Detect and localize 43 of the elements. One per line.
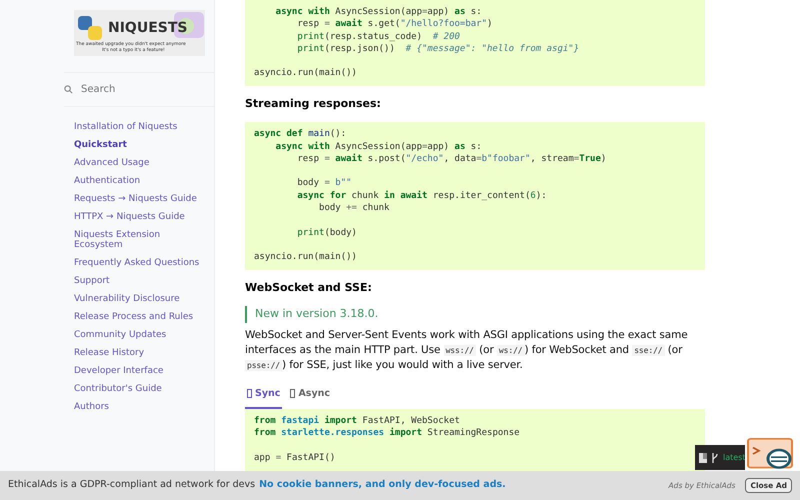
sidebar-link[interactable]: Contributor's Guide [74, 384, 209, 394]
sidebar-link[interactable]: HTTPX → Niquests Guide [74, 212, 209, 222]
code-line: asyncio.run(main()) [254, 67, 358, 80]
code-line: body += chunk [318, 202, 390, 214]
paragraph: WebSocket and Server-Sent Events work with ASGI applications using the exact same interfaces as the main HTTP part. Use wss:// (or ws:// ) for WebSocket and sse:// (or psse:// ) for SSE, just like you would with a live server. [245, 328, 689, 373]
code-tab[interactable]: Async [288, 384, 332, 409]
code-line: async with AsyncSession(app=app) as s: [274, 6, 483, 18]
sidebar-link[interactable]: Developer Interface [74, 366, 209, 376]
code-line: print(resp.json()) # {"message": "hello from asgi"} [296, 42, 580, 56]
version-note: New in version 3.18.0. [245, 306, 705, 323]
code-line: resp = await s.get("/hello?foo=bar") [296, 18, 494, 31]
sidebar-link[interactable]: Quickstart [74, 140, 209, 150]
logo-title: NIQUESTS [108, 20, 188, 36]
code-line: async def main(): [254, 128, 348, 141]
sidebar-link[interactable]: Support [74, 276, 209, 286]
sidebar-link[interactable]: Authentication [74, 176, 209, 186]
search-field[interactable]: Search [79, 81, 199, 98]
sidebar-link[interactable]: Frequently Asked Questions [74, 258, 209, 268]
sidebar-link[interactable]: Advanced Usage [74, 158, 209, 168]
sidebar-link[interactable]: Release Process and Rules [74, 312, 209, 322]
code-line: app = FastAPI() [254, 452, 336, 464]
version-flyout[interactable]: latest [695, 445, 745, 470]
ad-text: EthicalAds is a GDPR-compliant ad network for devs [8, 478, 256, 492]
code-line: print(resp.status_code) # 200 [296, 30, 461, 43]
code-line: async for chunk in await resp.iter_content(6): [296, 190, 548, 202]
section-heading: Streaming responses: [245, 96, 382, 112]
sidebar-link[interactable]: Niquests Extension Ecosystem [74, 230, 209, 250]
code-line: from starlette.responses import StreamingResponse [254, 427, 521, 440]
sidebar-link[interactable]: Vulnerability Disclosure [74, 294, 209, 304]
sidebar-link[interactable]: Requests → Niquests Guide [74, 194, 209, 204]
sidebar-link[interactable]: Authors [74, 402, 209, 412]
code-line: print(body) [296, 226, 358, 239]
code-line: async with AsyncSession(app=app) as s: [274, 140, 483, 153]
version-label: latest [723, 452, 745, 464]
sidebar-link[interactable]: Community Updates [74, 330, 209, 340]
code-line: from fastapi import FastAPI, WebSocket [254, 414, 461, 428]
code-line: resp = await s.post("/echo", data=b"foobar", stream=True) [296, 152, 608, 166]
sidebar-link[interactable]: Release History [74, 348, 209, 358]
section-heading: WebSocket and SSE: [245, 280, 373, 296]
sidebar-link[interactable]: Installation of Niquests [74, 122, 209, 132]
code-line: body = b"" [296, 177, 353, 190]
code-line: asyncio.run(main()) [254, 251, 358, 264]
ad-link[interactable]: No cookie banners, and only dev-focused ads. [259, 478, 506, 493]
